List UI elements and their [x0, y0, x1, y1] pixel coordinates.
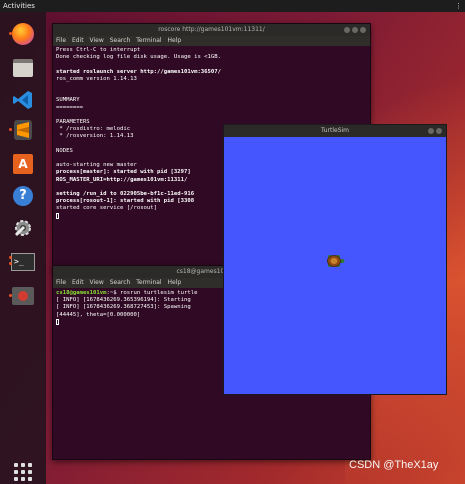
turtlesim-title: TurtleSim	[320, 127, 350, 134]
vscode-icon	[12, 89, 34, 111]
output-line: started roslaunch server http://games101…	[56, 68, 222, 75]
system-tray-icon[interactable]: ⋮	[455, 0, 462, 12]
menu-search[interactable]: Search	[110, 37, 131, 44]
close-button[interactable]	[360, 27, 366, 33]
terminal-menubar: File Edit View Search Terminal Help	[53, 36, 370, 46]
dock-files[interactable]	[7, 54, 39, 82]
dock-show-apps[interactable]	[7, 458, 39, 484]
dock-terminal[interactable]: >_	[7, 248, 39, 276]
menu-terminal[interactable]: Terminal	[136, 37, 161, 44]
output-line: Press Ctrl-C to interrupt	[56, 47, 141, 53]
prompt-user: cs18@games101vm	[56, 290, 107, 296]
sublime-icon	[14, 120, 32, 140]
maximize-button[interactable]	[352, 27, 358, 33]
output-line: ========	[56, 104, 83, 111]
minimize-button[interactable]	[344, 27, 350, 33]
menu-terminal[interactable]: Terminal	[136, 279, 161, 286]
menu-help[interactable]: Help	[168, 37, 182, 44]
help-icon: ?	[13, 186, 33, 206]
menu-file[interactable]: File	[56, 279, 66, 286]
software-icon: A	[13, 154, 33, 174]
output-line: SUMMARY	[56, 97, 80, 104]
turtle-icon	[325, 253, 345, 269]
turtlesim-window[interactable]: TurtleSim	[223, 124, 447, 395]
dock-settings[interactable]	[7, 214, 39, 242]
dock-firefox[interactable]	[7, 20, 39, 48]
running-indicator	[9, 32, 12, 35]
dock-software[interactable]: A	[7, 150, 39, 178]
terminal-icon: >_	[11, 253, 35, 271]
close-button[interactable]	[436, 128, 442, 134]
activities-button[interactable]: Activities	[3, 0, 35, 12]
firefox-icon	[12, 23, 34, 45]
dock-vscode[interactable]	[7, 86, 39, 114]
menu-edit[interactable]: Edit	[72, 37, 84, 44]
menu-view[interactable]: View	[90, 279, 104, 286]
dock: A ? >_	[0, 12, 46, 484]
minimize-button[interactable]	[428, 128, 434, 134]
top-bar: Activities ⋮	[0, 0, 465, 12]
menu-view[interactable]: View	[90, 37, 104, 44]
prompt-command: :~$ rosrun turtlesim turtle	[106, 290, 198, 296]
running-indicator	[9, 128, 12, 131]
menu-file[interactable]: File	[56, 37, 66, 44]
menu-edit[interactable]: Edit	[72, 279, 84, 286]
menu-search[interactable]: Search	[110, 279, 131, 286]
turtlesim-titlebar[interactable]: TurtleSim	[224, 125, 446, 137]
watermark: CSDN @TheX1ay	[349, 459, 439, 471]
output-line: Done checking log file disk usage. Usage…	[56, 54, 222, 61]
turtle-app-icon	[12, 287, 34, 305]
dock-help[interactable]: ?	[7, 182, 39, 210]
dock-turtlesim[interactable]	[7, 282, 39, 310]
dock-sublime[interactable]	[7, 116, 39, 144]
app-grid-icon	[14, 463, 32, 481]
running-indicator	[9, 262, 12, 265]
files-icon	[13, 59, 33, 77]
window-title: roscore http://games101vm:11311/	[158, 26, 265, 33]
output-line: ros_comm version 1.14.13	[56, 75, 137, 82]
running-indicator	[9, 256, 12, 259]
window-titlebar[interactable]: roscore http://games101vm:11311/	[53, 24, 370, 36]
menu-help[interactable]: Help	[168, 279, 182, 286]
settings-icon	[12, 217, 34, 239]
